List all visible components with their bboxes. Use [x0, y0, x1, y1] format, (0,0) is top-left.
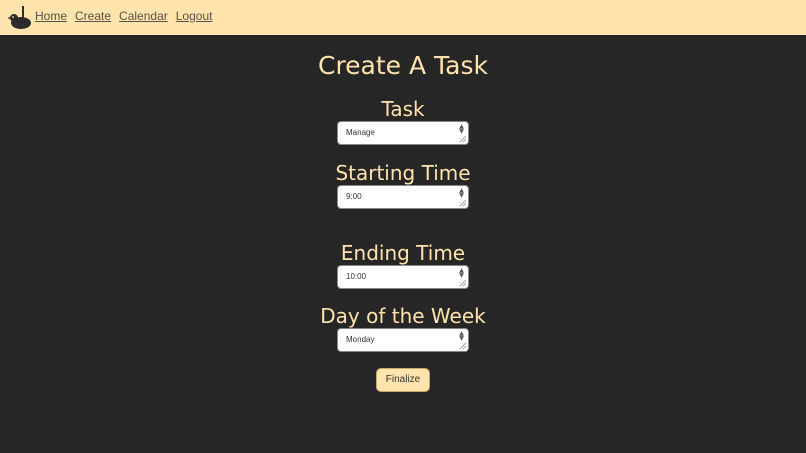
nav-links: Home Create Calendar Logout — [35, 9, 212, 23]
spinner-icon[interactable]: ▲ ▼ — [457, 124, 466, 135]
resize-grip-icon[interactable] — [458, 341, 467, 350]
start-time-input[interactable]: 9:00 ▲ ▼ — [337, 185, 469, 209]
task-value: Manage — [346, 128, 375, 137]
finalize-button[interactable]: Finalize — [376, 368, 430, 392]
end-time-value: 10:00 — [346, 272, 367, 281]
nav-link-calendar[interactable]: Calendar — [119, 9, 168, 23]
nav-link-logout[interactable]: Logout — [176, 9, 213, 23]
page-title: Create A Task — [317, 51, 489, 80]
task-label: Task — [381, 97, 425, 121]
resize-grip-icon[interactable] — [458, 278, 467, 287]
spinner-icon[interactable]: ▲ ▼ — [457, 268, 466, 279]
nav-link-home[interactable]: Home — [35, 9, 67, 23]
day-label: Day of the Week — [320, 304, 486, 328]
start-time-value: 9:00 — [346, 192, 362, 201]
top-navbar: Home Create Calendar Logout — [0, 0, 806, 35]
duck-icon[interactable] — [8, 4, 34, 31]
spinner-icon[interactable]: ▲ ▼ — [457, 188, 466, 199]
resize-grip-icon[interactable] — [458, 198, 467, 207]
start-time-label: Starting Time — [335, 161, 471, 185]
resize-grip-icon[interactable] — [458, 134, 467, 143]
end-time-label: Ending Time — [340, 241, 466, 265]
end-time-input[interactable]: 10:00 ▲ ▼ — [337, 265, 469, 289]
task-input[interactable]: Manage ▲ ▼ — [337, 121, 469, 145]
nav-link-create[interactable]: Create — [75, 9, 111, 23]
day-value: Monday — [346, 335, 375, 344]
day-input[interactable]: Monday ▲ ▼ — [337, 328, 469, 352]
spinner-icon[interactable]: ▲ ▼ — [457, 331, 466, 342]
